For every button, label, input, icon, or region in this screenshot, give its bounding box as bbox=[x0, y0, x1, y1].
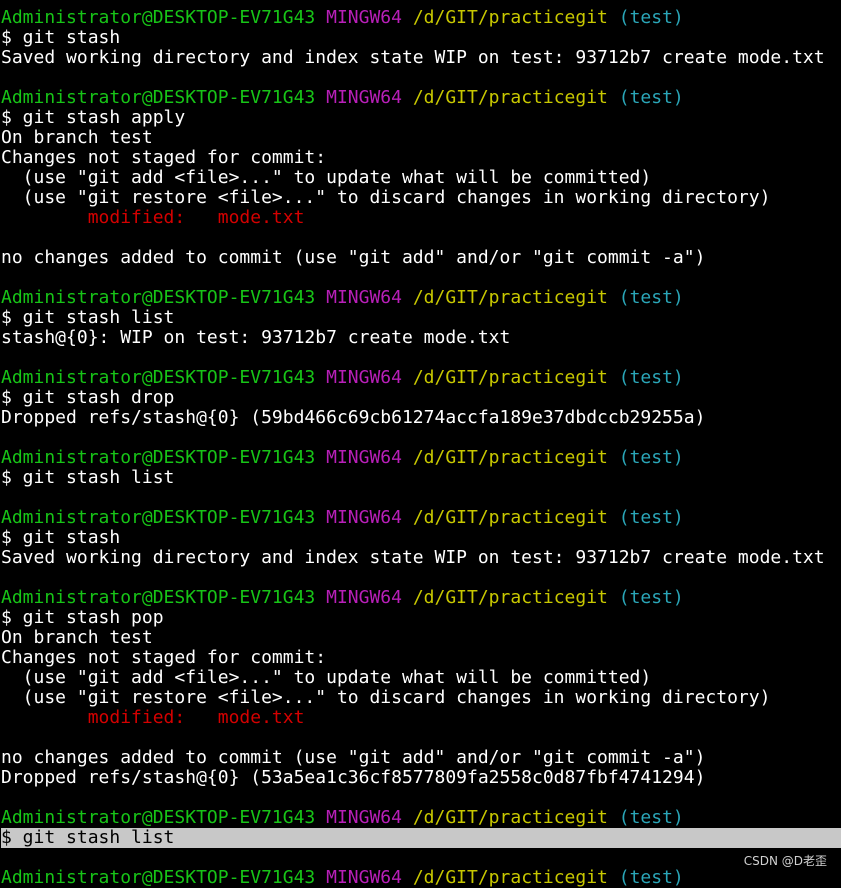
prompt-branch: (test) bbox=[618, 367, 684, 388]
terminal-output[interactable]: Administrator@DESKTOP-EV71G43 MINGW64 /d… bbox=[1, 8, 841, 888]
shell-prompt: Administrator@DESKTOP-EV71G43 MINGW64 /d… bbox=[1, 288, 841, 308]
watermark: CSDN @D老歪 bbox=[743, 854, 827, 868]
shell-prompt: Administrator@DESKTOP-EV71G43 MINGW64 /d… bbox=[1, 588, 841, 608]
prompt-path: /d/GIT/practicegit bbox=[412, 867, 608, 888]
prompt-path: /d/GIT/practicegit bbox=[412, 287, 608, 308]
modified-filename: mode.txt bbox=[217, 707, 305, 728]
output-line: stash@{0}: WIP on test: 93712b7 create m… bbox=[1, 327, 511, 348]
prompt-system: MINGW64 bbox=[326, 867, 402, 888]
prompt-system: MINGW64 bbox=[326, 287, 402, 308]
modified-label: modified: bbox=[1, 207, 218, 228]
prompt-path: /d/GIT/practicegit bbox=[412, 87, 608, 108]
command-line: $ git stash apply bbox=[1, 107, 186, 128]
output-line: (use "git add <file>..." to update what … bbox=[1, 667, 652, 688]
prompt-path: /d/GIT/practicegit bbox=[412, 367, 608, 388]
prompt-path: /d/GIT/practicegit bbox=[412, 447, 608, 468]
prompt-branch: (test) bbox=[618, 587, 684, 608]
output-line: Saved working directory and index state … bbox=[1, 547, 825, 568]
prompt-user: Administrator@DESKTOP-EV71G43 bbox=[1, 447, 316, 468]
shell-prompt: Administrator@DESKTOP-EV71G43 MINGW64 /d… bbox=[1, 448, 841, 468]
prompt-user: Administrator@DESKTOP-EV71G43 bbox=[1, 587, 316, 608]
prompt-branch: (test) bbox=[618, 507, 684, 528]
selected-text: tash list bbox=[76, 827, 175, 848]
prompt-system: MINGW64 bbox=[326, 587, 402, 608]
prompt-branch: (test) bbox=[618, 287, 684, 308]
output-line: (use "git restore <file>..." to discard … bbox=[1, 687, 771, 708]
output-line: Changes not staged for commit: bbox=[1, 647, 327, 668]
prompt-user: Administrator@DESKTOP-EV71G43 bbox=[1, 867, 316, 888]
command-text: $ git s bbox=[1, 827, 77, 848]
prompt-system: MINGW64 bbox=[326, 447, 402, 468]
modified-label: modified: bbox=[1, 707, 218, 728]
prompt-user: Administrator@DESKTOP-EV71G43 bbox=[1, 367, 316, 388]
prompt-path: /d/GIT/practicegit bbox=[412, 587, 608, 608]
prompt-user: Administrator@DESKTOP-EV71G43 bbox=[1, 287, 316, 308]
output-line: Dropped refs/stash@{0} (53a5ea1c36cf8577… bbox=[1, 767, 706, 788]
prompt-branch: (test) bbox=[618, 7, 684, 28]
prompt-system: MINGW64 bbox=[326, 507, 402, 528]
prompt-user: Administrator@DESKTOP-EV71G43 bbox=[1, 87, 316, 108]
command-line: $ git stash list bbox=[1, 307, 175, 328]
output-line: Changes not staged for commit: bbox=[1, 147, 327, 168]
shell-prompt: Administrator@DESKTOP-EV71G43 MINGW64 /d… bbox=[1, 808, 841, 828]
prompt-path: /d/GIT/practicegit bbox=[412, 507, 608, 528]
output-line: Dropped refs/stash@{0} (59bd466c69cb6127… bbox=[1, 407, 706, 428]
prompt-user: Administrator@DESKTOP-EV71G43 bbox=[1, 807, 316, 828]
prompt-branch: (test) bbox=[618, 807, 684, 828]
output-line: Saved working directory and index state … bbox=[1, 47, 825, 68]
prompt-branch: (test) bbox=[618, 447, 684, 468]
output-line: On branch test bbox=[1, 627, 153, 648]
prompt-user: Administrator@DESKTOP-EV71G43 bbox=[1, 507, 316, 528]
shell-prompt: Administrator@DESKTOP-EV71G43 MINGW64 /d… bbox=[1, 368, 841, 388]
shell-prompt: Administrator@DESKTOP-EV71G43 MINGW64 /d… bbox=[1, 88, 841, 108]
output-line: no changes added to commit (use "git add… bbox=[1, 247, 706, 268]
shell-prompt: Administrator@DESKTOP-EV71G43 MINGW64 /d… bbox=[1, 8, 841, 28]
command-line: $ git stash list bbox=[1, 467, 175, 488]
modified-file-line: modified: mode.txt bbox=[1, 708, 841, 728]
prompt-system: MINGW64 bbox=[326, 807, 402, 828]
command-line: $ git stash bbox=[1, 527, 121, 548]
prompt-system: MINGW64 bbox=[326, 7, 402, 28]
modified-file-line: modified: mode.txt bbox=[1, 208, 841, 228]
output-line: On branch test bbox=[1, 127, 153, 148]
prompt-branch: (test) bbox=[618, 87, 684, 108]
output-line: no changes added to commit (use "git add… bbox=[1, 747, 706, 768]
command-line: $ git stash pop bbox=[1, 607, 164, 628]
shell-prompt: Administrator@DESKTOP-EV71G43 MINGW64 /d… bbox=[1, 508, 841, 528]
command-line: $ git stash drop bbox=[1, 387, 175, 408]
output-line: (use "git restore <file>..." to discard … bbox=[1, 187, 771, 208]
prompt-system: MINGW64 bbox=[326, 367, 402, 388]
modified-filename: mode.txt bbox=[217, 207, 305, 228]
prompt-user: Administrator@DESKTOP-EV71G43 bbox=[1, 7, 316, 28]
prompt-path: /d/GIT/practicegit bbox=[412, 7, 608, 28]
selected-command-line[interactable]: $ git stash list bbox=[1, 828, 841, 848]
prompt-branch: (test) bbox=[618, 867, 684, 888]
prompt-path: /d/GIT/practicegit bbox=[412, 807, 608, 828]
command-line: $ git stash bbox=[1, 27, 121, 48]
shell-prompt: Administrator@DESKTOP-EV71G43 MINGW64 /d… bbox=[1, 868, 841, 888]
output-line: (use "git add <file>..." to update what … bbox=[1, 167, 652, 188]
prompt-system: MINGW64 bbox=[326, 87, 402, 108]
